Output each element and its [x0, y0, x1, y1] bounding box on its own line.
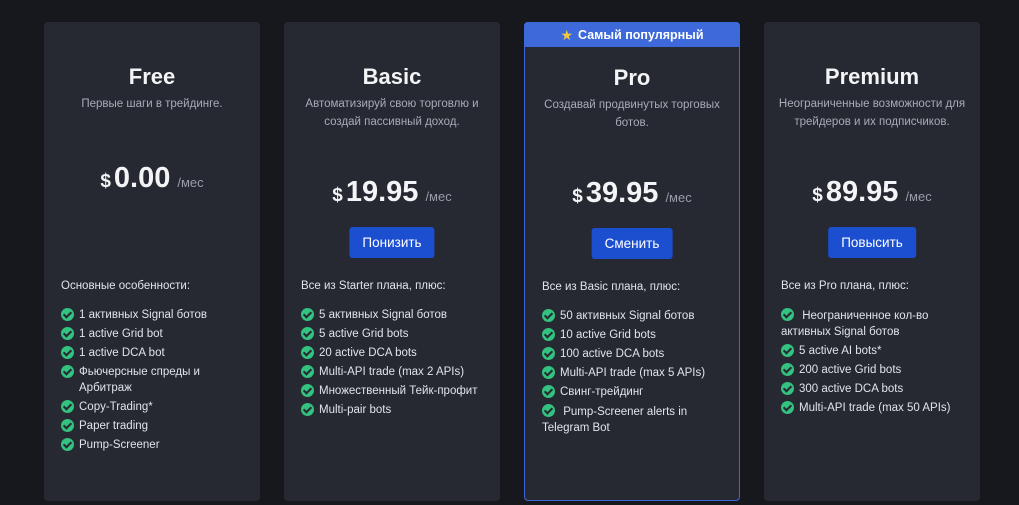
price-amount: 0.00 — [113, 162, 171, 194]
check-icon — [301, 346, 314, 359]
check-icon — [542, 366, 555, 379]
plan-title: Pro — [613, 65, 651, 90]
plan-description: Первые шаги в трейдинге. — [81, 98, 223, 110]
feature-item: 5 active Grid bots — [301, 326, 490, 342]
price-currency: $ — [332, 185, 343, 206]
price-currency: $ — [572, 186, 583, 207]
plan-title: Free — [128, 64, 176, 89]
price-currency: $ — [100, 171, 111, 192]
check-icon — [301, 308, 314, 321]
change-plan-button[interactable]: Сменить — [591, 228, 673, 259]
feature-item: 300 active DCA bots — [781, 381, 970, 397]
check-icon — [61, 346, 74, 359]
plan-price: $ 39.95 /мес — [525, 177, 739, 210]
plan-price: $ 19.95 /мес — [284, 176, 500, 209]
downgrade-button[interactable]: Понизить — [349, 227, 435, 258]
check-icon — [301, 365, 314, 378]
feature-item: Свинг-трейдинг — [542, 384, 729, 400]
plan-price: $ 0.00 /мес — [44, 162, 260, 195]
features-heading: Все из Pro плана, плюс: — [781, 280, 909, 292]
plan-description: Создавай продвинутых торговых ботов. — [544, 99, 720, 129]
check-icon — [301, 384, 314, 397]
feature-item: 20 active DCA bots — [301, 345, 490, 361]
check-icon — [542, 328, 555, 341]
plan-card-pro: ★ Самый популярный Pro Создавай продвину… — [524, 22, 740, 501]
check-icon — [61, 438, 74, 451]
feature-list: 50 активных Signal ботов 10 active Grid … — [542, 308, 729, 439]
plan-card-premium: Premium Неограниченные возможности для т… — [764, 22, 980, 501]
feature-item: 1 active DCA bot — [61, 345, 250, 361]
feature-item: 200 active Grid bots — [781, 362, 970, 378]
check-icon — [301, 327, 314, 340]
feature-item: Pump-Screener — [61, 437, 250, 453]
feature-item: Multi-pair bots — [301, 402, 490, 418]
check-icon — [542, 385, 555, 398]
feature-item: Copy-Trading* — [61, 399, 250, 415]
check-icon — [61, 419, 74, 432]
check-icon — [781, 401, 794, 414]
check-icon — [542, 309, 555, 322]
plan-title: Premium — [824, 64, 920, 89]
check-icon — [61, 400, 74, 413]
feature-item: Pump-Screener alerts in Telegram Bot — [542, 404, 688, 434]
price-currency: $ — [812, 185, 823, 206]
feature-item: 1 active Grid bot — [61, 326, 250, 342]
feature-list: 5 активных Signal ботов 5 active Grid bo… — [301, 307, 490, 421]
price-amount: 89.95 — [825, 176, 899, 208]
check-icon — [781, 344, 794, 357]
plan-price: $ 89.95 /мес — [764, 176, 980, 209]
feature-item: Multi-API trade (max 50 APIs) — [781, 400, 970, 416]
check-icon — [61, 327, 74, 340]
feature-item: 5 active AI bots* — [781, 343, 970, 359]
check-icon — [301, 403, 314, 416]
plan-description: Неограниченные возможности для трейдеров… — [778, 98, 966, 128]
price-period: /мес — [177, 175, 204, 190]
popular-badge-label: Самый популярный — [578, 27, 704, 42]
check-icon — [781, 363, 794, 376]
plan-title: Basic — [362, 64, 422, 89]
feature-item: Paper trading — [61, 418, 250, 434]
features-heading: Основные особенности: — [61, 280, 191, 292]
price-amount: 39.95 — [585, 177, 659, 209]
feature-item: Неограниченное кол-во активных Signal бо… — [781, 308, 929, 338]
popular-badge: ★ Самый популярный — [524, 22, 740, 47]
price-period: /мес — [665, 190, 692, 205]
feature-item: 5 активных Signal ботов — [301, 307, 490, 323]
feature-list: 1 активных Signal ботов 1 active Grid bo… — [61, 307, 250, 456]
price-period: /мес — [905, 189, 932, 204]
feature-list: Неограниченное кол-во активных Signal бо… — [781, 307, 970, 419]
feature-item: 1 активных Signal ботов — [61, 307, 250, 323]
plan-card-free: Free Первые шаги в трейдинге. $ 0.00 /ме… — [44, 22, 260, 501]
features-heading: Все из Basic плана, плюс: — [542, 281, 681, 293]
check-icon — [781, 308, 794, 321]
upgrade-button[interactable]: Повысить — [828, 227, 916, 258]
feature-item: 50 активных Signal ботов — [542, 308, 729, 324]
plan-description: Автоматизируй свою торговлю и создай пас… — [305, 98, 479, 128]
feature-item: Фьючерсные спреды и Арбитраж — [61, 364, 250, 396]
feature-item: Multi-API trade (max 5 APIs) — [542, 365, 729, 381]
plan-card-basic: Basic Автоматизируй свою торговлю и созд… — [284, 22, 500, 501]
check-icon — [781, 382, 794, 395]
check-icon — [542, 404, 555, 417]
features-heading: Все из Starter плана, плюс: — [301, 280, 446, 292]
check-icon — [61, 308, 74, 321]
check-icon — [61, 365, 74, 378]
feature-item: Множественный Тейк-профит — [301, 383, 490, 399]
feature-item: 10 active Grid bots — [542, 327, 729, 343]
feature-item: 100 active DCA bots — [542, 346, 729, 362]
price-amount: 19.95 — [345, 176, 419, 208]
price-period: /мес — [425, 189, 452, 204]
feature-item: Multi-API trade (max 2 APIs) — [301, 364, 490, 380]
check-icon — [542, 347, 555, 360]
star-icon: ★ — [560, 26, 574, 43]
